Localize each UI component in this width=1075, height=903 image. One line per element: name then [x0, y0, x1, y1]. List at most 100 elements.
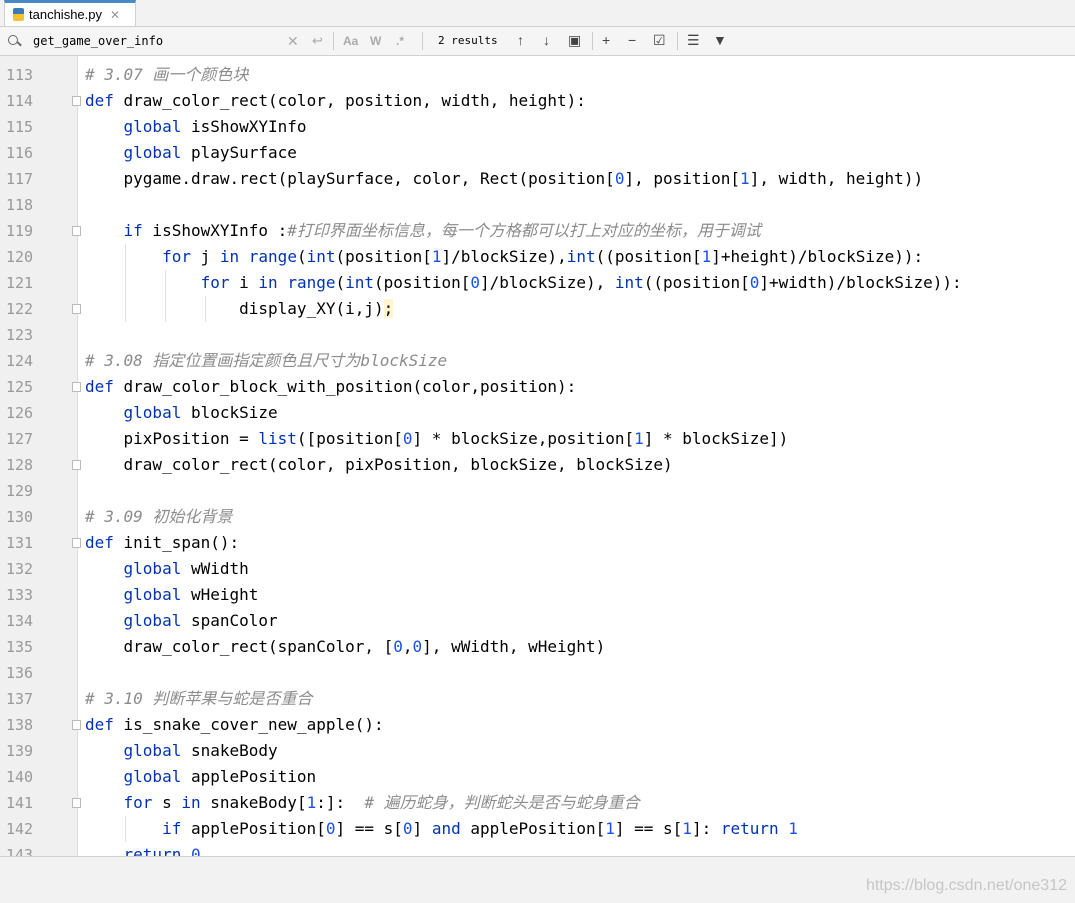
fold-marker-icon[interactable] [72, 538, 81, 548]
search-field[interactable]: get_game_over_info [6, 27, 328, 55]
code-line[interactable]: 128 draw_color_rect(color, pixPosition, … [0, 452, 1075, 478]
settings-list-icon[interactable]: ☰ [687, 32, 700, 49]
code-line[interactable]: 133 global wHeight [0, 582, 1075, 608]
line-number: 128 [6, 456, 34, 474]
code-line[interactable]: 142 if applePosition[0] == s[0] and appl… [0, 816, 1075, 842]
code-line[interactable]: 132 global wWidth [0, 556, 1075, 582]
indent-guide [125, 816, 126, 842]
code-line[interactable]: 135 draw_color_rect(spanColor, [0,0], wW… [0, 634, 1075, 660]
code-text[interactable]: draw_color_rect(spanColor, [0,0], wWidth… [85, 634, 606, 660]
file-tab-label: tanchishe.py [29, 7, 102, 22]
fold-marker-icon[interactable] [72, 720, 81, 730]
filter-icon[interactable]: ▼ [713, 32, 727, 48]
code-editor[interactable]: 113 # 3.07 画一个颜色块 114 def draw_color_rect(c… [0, 56, 1075, 856]
search-input[interactable]: get_game_over_info [33, 34, 163, 48]
code-line[interactable]: 131 def init_span(): [0, 530, 1075, 556]
code-text[interactable]: for i in range(int(position[0]/blockSize… [85, 270, 962, 296]
code-line[interactable]: 143 return 0 [0, 842, 1075, 856]
results-count: 2 results [438, 34, 498, 47]
code-line[interactable]: 137 # 3.10 判断苹果与蛇是否重合 [0, 686, 1075, 712]
search-icon[interactable] [6, 32, 24, 50]
code-line[interactable]: 138 def is_snake_cover_new_apple(): [0, 712, 1075, 738]
code-line[interactable]: 125 def draw_color_block_with_position(co… [0, 374, 1075, 400]
line-number: 124 [6, 352, 34, 370]
add-occurrence-icon[interactable]: + [602, 32, 610, 48]
previous-occurrence-icon[interactable]: ↑ [517, 32, 524, 48]
code-line[interactable]: 130 # 3.09 初始化背景 [0, 504, 1075, 530]
fold-marker-icon[interactable] [72, 382, 81, 392]
words-toggle[interactable]: W [370, 34, 381, 48]
fold-marker-icon[interactable] [72, 460, 81, 470]
code-line[interactable]: 126 global blockSize [0, 400, 1075, 426]
code-line[interactable]: 122 display_XY(i,j); [0, 296, 1075, 322]
code-text[interactable]: for s in snakeBody[1:]: # 遍历蛇身，判断蛇头是否与蛇身… [85, 790, 640, 816]
code-text[interactable]: # 3.08 指定位置画指定颜色且尺寸为blockSize [85, 348, 447, 374]
code-text[interactable]: global blockSize [85, 400, 278, 426]
remove-occurrence-icon[interactable]: − [628, 32, 636, 48]
code-line[interactable]: 114 def draw_color_rect(color, position, … [0, 88, 1075, 114]
code-line[interactable]: 116 global playSurface [0, 140, 1075, 166]
fold-marker-icon[interactable] [72, 798, 81, 808]
clear-search-icon[interactable]: ✕ [287, 33, 299, 50]
code-line[interactable]: 136 [0, 660, 1075, 686]
next-occurrence-icon[interactable]: ↓ [543, 32, 550, 48]
code-line[interactable]: 129 [0, 478, 1075, 504]
separator [422, 32, 423, 50]
file-tab[interactable]: tanchishe.py ✕ [4, 0, 136, 26]
code-text[interactable]: global wWidth [85, 556, 249, 582]
code-text[interactable]: if applePosition[0] == s[0] and applePos… [85, 816, 798, 842]
code-text[interactable]: display_XY(i,j); [85, 296, 394, 322]
line-number: 140 [6, 768, 34, 786]
code-text[interactable]: return 0 [85, 842, 201, 856]
code-line[interactable]: 117 pygame.draw.rect(playSurface, color,… [0, 166, 1075, 192]
fold-marker-icon[interactable] [72, 226, 81, 236]
code-text[interactable]: # 3.09 初始化背景 [85, 504, 232, 530]
code-line[interactable]: 123 [0, 322, 1075, 348]
select-all-occurrences-icon[interactable]: ▣ [568, 32, 581, 49]
code-text[interactable]: global isShowXYInfo [85, 114, 307, 140]
code-text[interactable]: global snakeBody [85, 738, 278, 764]
code-line[interactable]: 118 [0, 192, 1075, 218]
line-number: 126 [6, 404, 34, 422]
code-line[interactable]: 141 for s in snakeBody[1:]: # 遍历蛇身，判断蛇头是… [0, 790, 1075, 816]
line-number: 117 [6, 170, 34, 188]
code-line[interactable]: 119 if isShowXYInfo :#打印界面坐标信息，每一个方格都可以打… [0, 218, 1075, 244]
regex-toggle[interactable]: .* [396, 34, 404, 48]
line-number: 139 [6, 742, 34, 760]
select-all-matches-icon[interactable]: ☑ [653, 32, 666, 49]
new-line-icon[interactable]: ↩ [312, 33, 323, 49]
code-line[interactable]: 115 global isShowXYInfo [0, 114, 1075, 140]
code-text[interactable]: global applePosition [85, 764, 317, 790]
code-text[interactable]: # 3.07 画一个颜色块 [85, 62, 248, 88]
code-line[interactable]: 124 # 3.08 指定位置画指定颜色且尺寸为blockSize [0, 348, 1075, 374]
code-line[interactable]: 140 global applePosition [0, 764, 1075, 790]
code-line[interactable]: 120 for j in range(int(position[1]/block… [0, 244, 1075, 270]
separator [677, 32, 678, 50]
fold-marker-icon[interactable] [72, 96, 81, 106]
code-text[interactable]: global wHeight [85, 582, 259, 608]
close-tab-icon[interactable]: ✕ [110, 8, 120, 22]
code-line[interactable]: 134 global spanColor [0, 608, 1075, 634]
line-number: 113 [6, 66, 34, 84]
line-number: 127 [6, 430, 34, 448]
fold-marker-icon[interactable] [72, 304, 81, 314]
code-text[interactable]: def draw_color_block_with_position(color… [85, 374, 576, 400]
code-line[interactable]: 127 pixPosition = list([position[0] * bl… [0, 426, 1075, 452]
code-text[interactable]: pygame.draw.rect(playSurface, color, Rec… [85, 166, 924, 192]
line-number: 120 [6, 248, 34, 266]
code-text[interactable]: draw_color_rect(color, pixPosition, bloc… [85, 452, 673, 478]
code-text[interactable]: # 3.10 判断苹果与蛇是否重合 [85, 686, 312, 712]
code-text[interactable]: for j in range(int(position[1]/blockSize… [85, 244, 923, 270]
code-line[interactable]: 121 for i in range(int(position[0]/block… [0, 270, 1075, 296]
code-text[interactable]: pixPosition = list([position[0] * blockS… [85, 426, 789, 452]
code-text[interactable]: def init_span(): [85, 530, 239, 556]
code-line[interactable]: 113 # 3.07 画一个颜色块 [0, 62, 1075, 88]
match-case-toggle[interactable]: Aa [343, 34, 358, 48]
code-text[interactable]: global playSurface [85, 140, 297, 166]
code-text[interactable]: def is_snake_cover_new_apple(): [85, 712, 384, 738]
line-number: 143 [6, 846, 34, 856]
code-line[interactable]: 139 global snakeBody [0, 738, 1075, 764]
code-text[interactable]: if isShowXYInfo :#打印界面坐标信息，每一个方格都可以打上对应的… [85, 218, 761, 244]
code-text[interactable]: def draw_color_rect(color, position, wid… [85, 88, 586, 114]
code-text[interactable]: global spanColor [85, 608, 278, 634]
